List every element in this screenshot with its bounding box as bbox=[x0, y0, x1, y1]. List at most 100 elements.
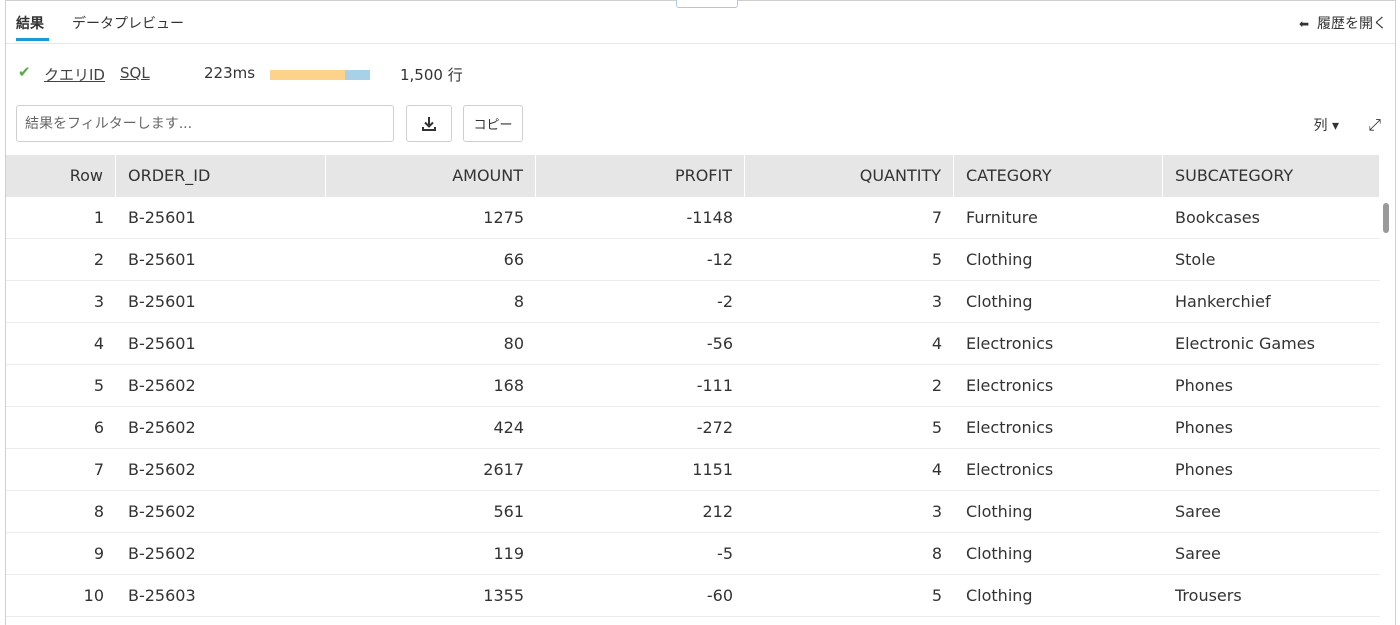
table-row[interactable]: 5 B-25602 168 -111 2 Electronics Phones bbox=[6, 365, 1380, 407]
table-cell-profit: -60 bbox=[706, 586, 733, 605]
table-cell-profit: -5 bbox=[717, 544, 733, 563]
table-cell-profit: -56 bbox=[706, 334, 733, 353]
table-cell-quantity: 5 bbox=[931, 418, 942, 437]
table-cell-category: Electronics bbox=[966, 418, 1054, 437]
table-cell-category: Electronics bbox=[966, 334, 1054, 353]
table-cell-amount: 119 bbox=[493, 544, 524, 563]
table-row[interactable]: 7 B-25602 2617 1151 4 Electronics Phones bbox=[6, 449, 1380, 491]
table-cell-quantity: 3 bbox=[931, 502, 942, 521]
table-cell-subcategory: Phones bbox=[1175, 376, 1233, 395]
table-cell-category: Clothing bbox=[966, 544, 1033, 563]
filter-results-input[interactable] bbox=[16, 105, 394, 142]
table-row[interactable]: 9 B-25602 119 -5 8 Clothing Saree bbox=[6, 533, 1380, 575]
table-row[interactable]: 1 B-25601 1275 -1148 7 Furniture Bookcases bbox=[6, 197, 1380, 239]
table-cell-profit: -272 bbox=[696, 418, 733, 437]
column-header-profit[interactable]: PROFIT bbox=[536, 155, 745, 197]
column-header-subcategory[interactable]: SUBCATEGORY bbox=[1163, 155, 1380, 197]
table-cell-order-id: B-25601 bbox=[128, 292, 196, 311]
table-cell-profit: 212 bbox=[702, 502, 733, 521]
table-cell-category: Electronics bbox=[966, 376, 1054, 395]
table-cell-profit: -1148 bbox=[686, 208, 734, 227]
columns-dropdown[interactable]: 列 ▾ bbox=[1314, 115, 1339, 135]
table-cell-row: 7 bbox=[93, 460, 104, 479]
table-cell-quantity: 3 bbox=[931, 292, 942, 311]
table-cell-profit: 1151 bbox=[692, 460, 733, 479]
table-cell-row: 6 bbox=[93, 418, 104, 437]
open-history-label: 履歴を開く bbox=[1317, 16, 1387, 32]
table-cell-category: Clothing bbox=[966, 586, 1033, 605]
table-cell-row: 9 bbox=[93, 544, 104, 563]
table-cell-subcategory: Hankerchief bbox=[1175, 292, 1271, 311]
table-header: Row ORDER_ID AMOUNT PROFIT QUANTITY CATEGORY S… bbox=[6, 155, 1380, 197]
table-cell-subcategory: Phones bbox=[1175, 460, 1233, 479]
table-cell-amount: 561 bbox=[493, 502, 524, 521]
table-cell-row: 10 bbox=[83, 586, 104, 605]
column-header-quantity[interactable]: QUANTITY bbox=[745, 155, 954, 197]
table-row[interactable]: 3 B-25601 8 -2 3 Clothing Hankerchief bbox=[6, 281, 1380, 323]
table-cell-category: Furniture bbox=[966, 208, 1038, 227]
table-cell-order-id: B-25602 bbox=[128, 502, 196, 521]
table-cell-quantity: 8 bbox=[931, 544, 942, 563]
table-cell-row: 3 bbox=[93, 292, 104, 311]
tab-bar: 結果 データプレビュー ⬅ 履歴を開く bbox=[6, 1, 1395, 44]
table-cell-amount: 66 bbox=[503, 250, 524, 269]
table-cell-order-id: B-25601 bbox=[128, 334, 196, 353]
table-cell-category: Electronics bbox=[966, 460, 1054, 479]
download-icon bbox=[422, 116, 436, 131]
table-cell-quantity: 2 bbox=[931, 376, 942, 395]
table-cell-category: Clothing bbox=[966, 502, 1033, 521]
query-duration: 223ms bbox=[204, 64, 256, 82]
copy-button[interactable]: コピー bbox=[463, 105, 523, 142]
query-id-link[interactable]: クエリID bbox=[44, 64, 105, 85]
table-cell-row: 1 bbox=[93, 208, 104, 227]
table-row[interactable]: 2 B-25601 66 -12 5 Clothing Stole bbox=[6, 239, 1380, 281]
table-cell-order-id: B-25602 bbox=[128, 544, 196, 563]
open-history-button[interactable]: ⬅ 履歴を開く bbox=[1299, 13, 1387, 33]
arrow-left-icon: ⬅ bbox=[1298, 17, 1309, 31]
table-cell-subcategory: Trousers bbox=[1175, 586, 1242, 605]
query-status-bar: ✔ クエリID SQL 223ms 1,500 行 bbox=[6, 61, 1395, 87]
table-row[interactable]: 6 B-25602 424 -272 5 Electronics Phones bbox=[6, 407, 1380, 449]
column-header-amount[interactable]: AMOUNT bbox=[326, 155, 536, 197]
table-cell-subcategory: Stole bbox=[1175, 250, 1216, 269]
column-header-order-id[interactable]: ORDER_ID bbox=[116, 155, 326, 197]
table-cell-order-id: B-25603 bbox=[128, 586, 196, 605]
table-cell-profit: -111 bbox=[696, 376, 733, 395]
table-cell-order-id: B-25602 bbox=[128, 376, 196, 395]
table-cell-order-id: B-25602 bbox=[128, 460, 196, 479]
table-cell-order-id: B-25601 bbox=[128, 208, 196, 227]
table-cell-quantity: 5 bbox=[931, 586, 942, 605]
table-cell-subcategory: Phones bbox=[1175, 418, 1233, 437]
results-panel: 結果 データプレビュー ⬅ 履歴を開く ✔ クエリID SQL 223ms 1,5… bbox=[5, 0, 1396, 625]
table-cell-row: 5 bbox=[93, 376, 104, 395]
table-cell-profit: -2 bbox=[717, 292, 733, 311]
table-cell-quantity: 4 bbox=[931, 460, 942, 479]
table-cell-amount: 1355 bbox=[483, 586, 524, 605]
table-cell-amount: 424 bbox=[493, 418, 524, 437]
table-cell-subcategory: Bookcases bbox=[1175, 208, 1260, 227]
download-button[interactable] bbox=[406, 105, 452, 142]
column-header-category[interactable]: CATEGORY bbox=[954, 155, 1163, 197]
duration-bar-fill bbox=[270, 70, 345, 80]
table-cell-amount: 168 bbox=[493, 376, 524, 395]
table-cell-amount: 8 bbox=[513, 292, 524, 311]
column-header-row[interactable]: Row bbox=[6, 155, 116, 197]
table-row[interactable]: 10 B-25603 1355 -60 5 Clothing Trousers bbox=[6, 575, 1380, 617]
table-row[interactable]: 8 B-25602 561 212 3 Clothing Saree bbox=[6, 491, 1380, 533]
table-cell-order-id: B-25602 bbox=[128, 418, 196, 437]
sql-link[interactable]: SQL bbox=[120, 64, 150, 82]
table-cell-order-id: B-25601 bbox=[128, 250, 196, 269]
vertical-scrollbar[interactable] bbox=[1383, 203, 1389, 233]
tab-results[interactable]: 結果 bbox=[16, 13, 44, 33]
table-cell-profit: -12 bbox=[706, 250, 733, 269]
table-cell-quantity: 7 bbox=[931, 208, 942, 227]
table-row[interactable]: 4 B-25601 80 -56 4 Electronics Electronic Game… bbox=[6, 323, 1380, 365]
expand-icon[interactable]: ⤢ bbox=[1368, 115, 1381, 135]
duration-bar bbox=[270, 70, 370, 80]
table-cell-category: Clothing bbox=[966, 292, 1033, 311]
row-count: 1,500 行 bbox=[400, 66, 463, 84]
table-cell-amount: 80 bbox=[503, 334, 524, 353]
table-cell-quantity: 5 bbox=[931, 250, 942, 269]
tab-data-preview[interactable]: データプレビュー bbox=[72, 13, 184, 33]
table-cell-row: 4 bbox=[93, 334, 104, 353]
